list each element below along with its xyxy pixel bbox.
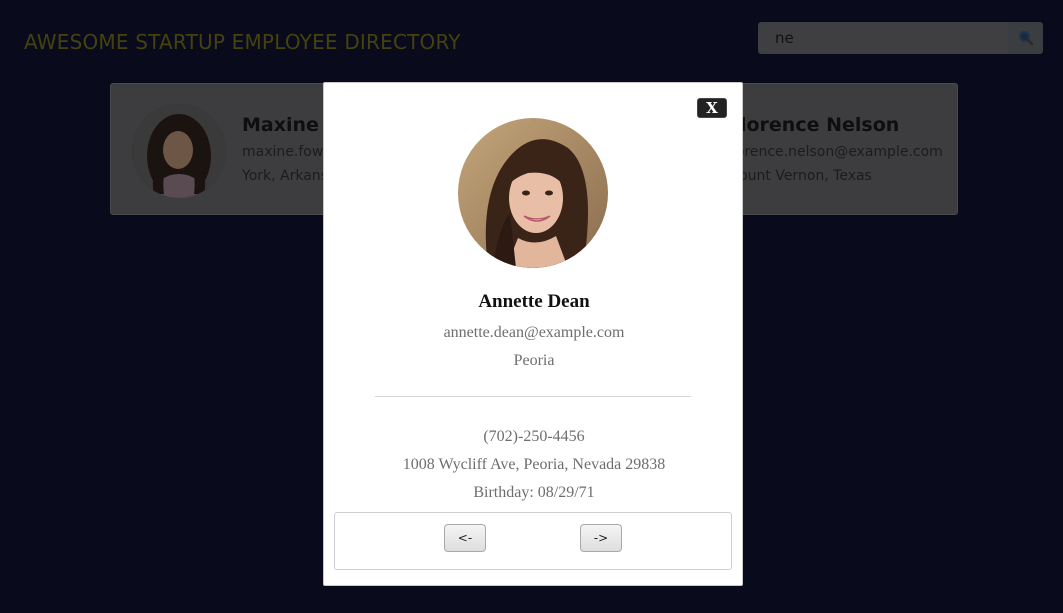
search-form bbox=[758, 22, 1043, 54]
page-title: AWESOME STARTUP EMPLOYEE DIRECTORY bbox=[24, 30, 461, 54]
employee-phone: (702)-250-4456 bbox=[483, 428, 585, 445]
employee-address: 1008 Wycliff Ave, Peoria, Nevada 29838 bbox=[402, 456, 666, 473]
previous-button[interactable]: <- bbox=[444, 524, 486, 552]
employee-modal: X Annette Dean annette.dean@example.com … bbox=[323, 82, 743, 586]
search-button[interactable] bbox=[1008, 22, 1043, 54]
employee-email: annette.dean@example.com bbox=[443, 324, 625, 341]
employee-name: Annette Dean bbox=[478, 291, 590, 312]
header: AWESOME STARTUP EMPLOYEE DIRECTORY bbox=[0, 0, 1063, 80]
avatar bbox=[132, 104, 226, 198]
employee-birthday: Birthday: 08/29/71 bbox=[473, 484, 595, 501]
close-button[interactable]: X bbox=[697, 98, 727, 118]
search-icon bbox=[1018, 31, 1033, 46]
divider bbox=[375, 396, 691, 397]
search-input[interactable] bbox=[758, 22, 1009, 54]
modal-navigation: <- -> bbox=[334, 512, 732, 570]
employee-city: Peoria bbox=[513, 352, 555, 369]
employee-location: Mount Vernon, Texas bbox=[727, 168, 872, 184]
avatar bbox=[458, 118, 608, 268]
employee-name: Florence Nelson bbox=[727, 114, 900, 136]
employee-email: florence.nelson@example.com bbox=[727, 144, 943, 160]
next-button[interactable]: -> bbox=[580, 524, 622, 552]
